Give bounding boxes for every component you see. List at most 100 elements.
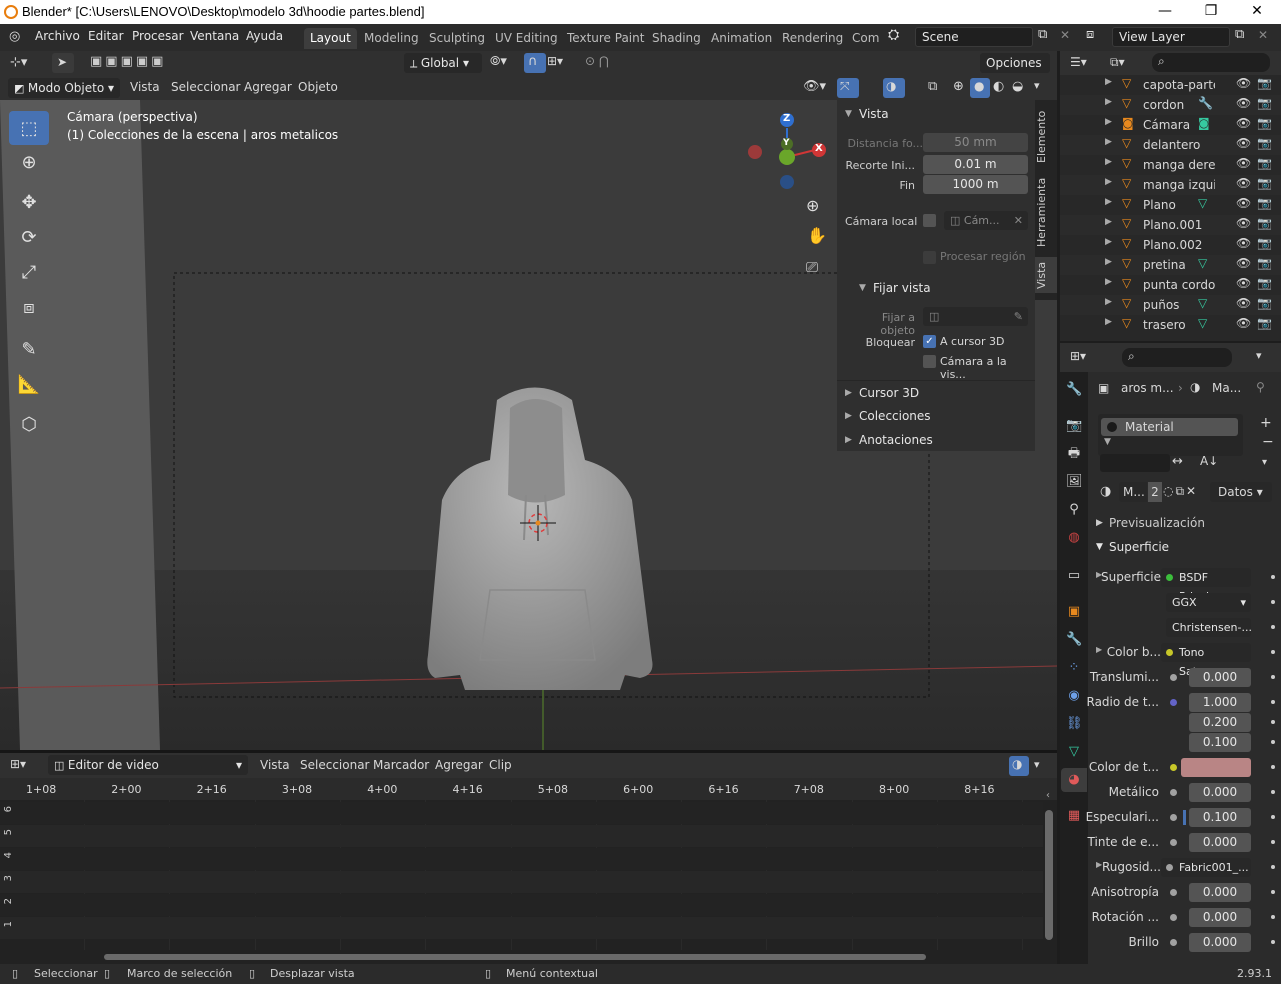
keyframe-dot-icon[interactable] <box>1271 765 1275 769</box>
expand-arrow-icon[interactable]: ▶ <box>1105 157 1112 167</box>
menu-ventana[interactable]: Ventana <box>190 29 239 43</box>
slot-specials-icon[interactable]: ▾ <box>1262 457 1267 468</box>
socket-icon[interactable] <box>1170 914 1177 921</box>
outliner-item-name[interactable]: manga izquiei <box>1143 178 1215 192</box>
expand-arrow-icon[interactable]: ▶ <box>1105 117 1112 127</box>
render-tab-icon[interactable]: 📷 <box>1066 418 1082 434</box>
scene-field[interactable]: Scene <box>915 27 1033 47</box>
editor-type-icon[interactable]: ⊹▾ <box>10 55 27 70</box>
lock-cursor-checkbox[interactable]: ✓ <box>923 335 936 348</box>
add-slot-icon[interactable]: + <box>1260 415 1272 431</box>
tab-uv-editing[interactable]: UV Editing <box>489 28 564 49</box>
menu-objeto[interactable]: Objeto <box>298 80 338 94</box>
wrench-data-icon[interactable]: 🔧 <box>1198 96 1213 110</box>
surface-section[interactable]: ▼ Superficie <box>1088 536 1281 558</box>
clip-end-field[interactable]: 1000 m <box>923 175 1028 194</box>
expand-arrow-icon[interactable]: ▶ <box>1096 860 1102 869</box>
xray-icon[interactable]: ⧉ <box>928 79 937 94</box>
tab-herramienta[interactable]: Herramienta <box>1035 176 1057 248</box>
channel-row[interactable]: 5 <box>0 825 1043 847</box>
linked-node-field[interactable]: BSDF Princi... <box>1161 568 1251 603</box>
pan-hand-icon[interactable]: ✋ <box>807 226 827 245</box>
menu-ayuda[interactable]: Ayuda <box>246 29 283 43</box>
property-dropdown[interactable]: Christensen-...▾ <box>1166 618 1252 653</box>
channel-row[interactable]: 2 <box>0 894 1043 916</box>
channel-row[interactable]: 3 <box>0 871 1043 893</box>
focal-length-field[interactable]: 50 mm <box>923 133 1028 152</box>
lock-camera-checkbox[interactable] <box>923 355 936 368</box>
menu-seleccionar[interactable]: Seleccionar <box>171 80 240 94</box>
outliner-row[interactable]: ▶ ▽ Plano ▽ 👁 📷 <box>1060 195 1281 215</box>
socket-icon[interactable] <box>1170 814 1177 821</box>
snap-target-icon[interactable]: ⊞▾ <box>547 54 563 68</box>
outliner-item-name[interactable]: punta cordon <box>1143 278 1215 292</box>
view-type-dropdown[interactable]: ◫ Editor de video ▾ <box>48 755 248 775</box>
copy-scene-icon[interactable]: ⧉ <box>1038 27 1047 42</box>
rotate-tool[interactable]: ⟳ <box>9 220 49 254</box>
menu-archivo[interactable]: Archivo <box>35 29 80 43</box>
outliner-row[interactable]: ▶ ▽ Plano.002 👁 📷 <box>1060 235 1281 255</box>
channel-row[interactable]: 6 <box>0 802 1043 824</box>
keyframe-dot-icon[interactable] <box>1271 915 1275 919</box>
keyframe-dot-icon[interactable] <box>1271 575 1275 579</box>
transform-orientation-dropdown[interactable]: ⟂ Global ▾ <box>404 53 482 73</box>
camera-view-icon[interactable]: ⎚ <box>806 258 818 276</box>
socket-icon[interactable] <box>1170 764 1177 771</box>
property-value-field[interactable]: 0.000 <box>1189 833 1251 852</box>
clip-start-field[interactable]: 0.01 m <box>923 155 1028 174</box>
properties-search[interactable]: ⌕ <box>1122 348 1232 367</box>
outliner-row[interactable]: ▶ ▽ capota-parte-l 👁 📷 <box>1060 75 1281 95</box>
socket-icon[interactable] <box>1170 674 1177 681</box>
property-value-field[interactable]: 0.200 <box>1189 713 1251 732</box>
physics-tab-icon[interactable]: ◉ <box>1066 688 1082 704</box>
expand-arrow-icon[interactable]: ▶ <box>1105 97 1112 107</box>
property-value-field[interactable]: 0.000 <box>1189 908 1251 927</box>
selection-mode-icons[interactable]: ▣▣▣▣▣ <box>90 54 166 69</box>
object-tab-icon[interactable]: ▣ <box>1066 604 1082 620</box>
seq-menu-seleccionar[interactable]: Seleccionar <box>300 758 369 772</box>
property-value-field[interactable]: 0.000 <box>1189 933 1251 952</box>
outliner-row[interactable]: ▶ ◙ Cámara ◙ 👁 📷 <box>1060 115 1281 135</box>
render-camera-icon[interactable]: 📷 <box>1257 316 1272 330</box>
eye-icon[interactable]: 👁 <box>1236 316 1251 330</box>
tab-rendering[interactable]: Rendering <box>776 28 849 49</box>
keyframe-dot-icon[interactable] <box>1271 890 1275 894</box>
keyframe-dot-icon[interactable] <box>1271 625 1275 629</box>
vista-section-header[interactable]: ▼ Vista <box>837 102 1035 126</box>
outliner-row[interactable]: ▶ ▽ Plano.001 👁 📷 <box>1060 215 1281 235</box>
options-dropdown[interactable]: Opciones ▾ <box>980 53 1050 90</box>
blender-menu-icon[interactable]: ◎ <box>9 29 20 44</box>
particles-tab-icon[interactable]: ⁘ <box>1066 660 1082 676</box>
render-camera-icon[interactable]: 📷 <box>1257 76 1272 90</box>
keyframe-dot-icon[interactable] <box>1271 740 1275 744</box>
expand-arrow-icon[interactable]: ▶ <box>1105 277 1112 287</box>
cursor-3d-section[interactable]: ▶ Cursor 3D <box>837 380 1035 404</box>
constraints-tab-icon[interactable]: ⛓ <box>1066 716 1083 732</box>
render-camera-icon[interactable]: 📷 <box>1257 236 1272 250</box>
camera-data-icon[interactable]: ◙ <box>1198 116 1210 130</box>
local-camera-field[interactable]: ◫ Cám... ✕ <box>944 211 1028 230</box>
socket-icon[interactable] <box>1170 939 1177 946</box>
property-value-field[interactable]: 1.000 <box>1189 693 1251 712</box>
render-camera-icon[interactable]: 📷 <box>1257 156 1272 170</box>
view-layer-icon[interactable]: ⧈ <box>1086 27 1094 42</box>
tab-animation[interactable]: Animation <box>705 28 778 49</box>
render-camera-icon[interactable]: 📷 <box>1257 96 1272 110</box>
mode-dropdown[interactable]: ◩ Modo Objeto ▾ <box>8 78 120 98</box>
eye-icon[interactable]: 👁 <box>1236 116 1251 130</box>
visibility-icon[interactable]: 👁▾ <box>803 79 826 94</box>
socket-icon[interactable] <box>1170 789 1177 796</box>
mesh-data-icon[interactable]: ▽ <box>1198 316 1207 330</box>
local-camera-checkbox[interactable] <box>923 214 936 227</box>
render-camera-icon[interactable]: 📷 <box>1257 276 1272 290</box>
eye-icon[interactable]: 👁 <box>1236 76 1251 90</box>
mesh-data-icon[interactable]: ▽ <box>1198 196 1207 210</box>
keyframe-dot-icon[interactable] <box>1271 940 1275 944</box>
outliner-row[interactable]: ▶ ▽ trasero ▽ 👁 📷 <box>1060 315 1281 335</box>
color-swatch[interactable] <box>1181 758 1251 777</box>
sort-alpha-icon[interactable]: A↓ <box>1200 454 1218 468</box>
keyframe-dot-icon[interactable] <box>1271 815 1275 819</box>
tab-sculpting[interactable]: Sculpting <box>423 28 491 49</box>
world-tab-icon[interactable]: ◍ <box>1066 530 1082 546</box>
render-camera-icon[interactable]: 📷 <box>1257 256 1272 270</box>
